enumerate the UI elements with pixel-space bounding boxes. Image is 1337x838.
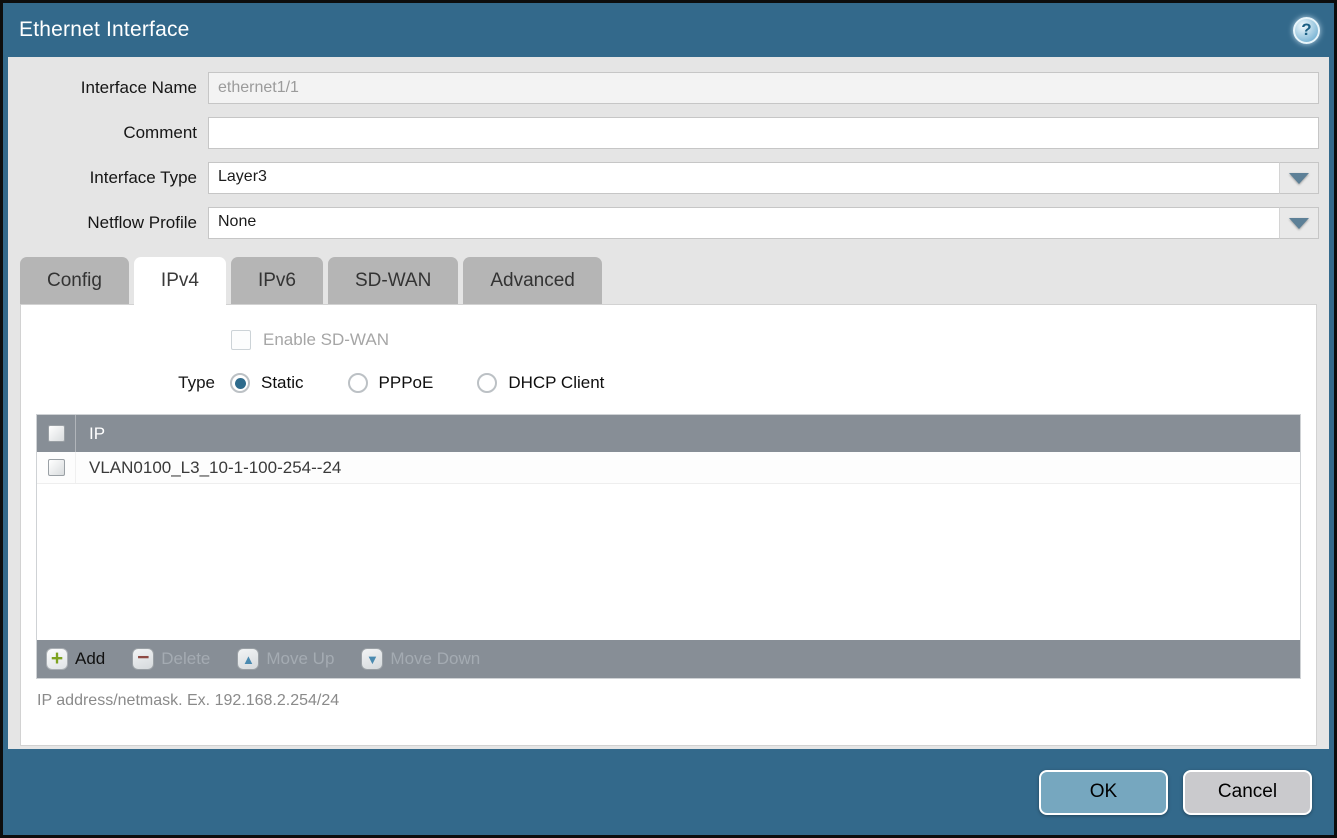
interface-type-dropdown[interactable]: Layer3	[208, 162, 1319, 194]
radio-pppoe[interactable]	[348, 373, 368, 393]
type-label: Type	[21, 373, 215, 393]
interface-type-dropdown-button[interactable]	[1279, 162, 1319, 194]
radio-static[interactable]	[230, 373, 250, 393]
help-icon[interactable]: ?	[1293, 17, 1320, 44]
netflow-profile-value[interactable]: None	[208, 207, 1319, 239]
radio-option-pppoe[interactable]: PPPoE	[348, 373, 434, 393]
interface-type-value[interactable]: Layer3	[208, 162, 1319, 194]
table-toolbar: + Add − Delete ▲ Move Up ▼ Move Down	[37, 640, 1300, 678]
move-down-button-label: Move Down	[390, 649, 480, 669]
ip-column-header: IP	[89, 424, 105, 444]
interface-name-label: Interface Name	[8, 78, 208, 98]
ok-button[interactable]: OK	[1039, 770, 1168, 815]
move-up-button-label: Move Up	[266, 649, 334, 669]
tab-advanced[interactable]: Advanced	[463, 257, 602, 304]
chevron-down-icon	[1289, 218, 1309, 229]
minus-icon: −	[132, 648, 154, 670]
move-down-button[interactable]: ▼ Move Down	[361, 648, 480, 670]
table-empty-area	[37, 484, 1300, 640]
comment-field[interactable]	[208, 117, 1319, 149]
enable-sdwan-row: Enable SD-WAN	[231, 330, 1316, 350]
chevron-down-icon	[1289, 173, 1309, 184]
netflow-profile-dropdown-button[interactable]	[1279, 207, 1319, 239]
delete-button[interactable]: − Delete	[132, 648, 210, 670]
question-mark-glyph: ?	[1301, 20, 1311, 40]
form-row-interface-name: Interface Name	[8, 72, 1319, 104]
dialog-footer: OK Cancel	[3, 749, 1334, 835]
arrow-down-icon: ▼	[361, 648, 383, 670]
plus-icon: +	[46, 648, 68, 670]
ip-table-header: IP	[37, 415, 1300, 452]
form-row-interface-type: Interface Type Layer3	[8, 162, 1319, 194]
form-row-comment: Comment	[8, 117, 1319, 149]
tab-ipv6[interactable]: IPv6	[231, 257, 323, 304]
type-row: Type Static PPPoE DHCP Client	[21, 373, 1316, 393]
dialog-title: Ethernet Interface	[19, 18, 190, 42]
comment-label: Comment	[8, 123, 208, 143]
arrow-up-icon: ▲	[237, 648, 259, 670]
radio-static-label: Static	[261, 373, 304, 393]
add-button[interactable]: + Add	[46, 648, 105, 670]
radio-option-static[interactable]: Static	[230, 373, 304, 393]
radio-option-dhcp-client[interactable]: DHCP Client	[477, 373, 604, 393]
title-bar: Ethernet Interface ?	[3, 3, 1334, 57]
netflow-profile-dropdown[interactable]: None	[208, 207, 1319, 239]
netflow-profile-label: Netflow Profile	[8, 213, 208, 233]
radio-selected-dot	[235, 378, 246, 389]
add-button-label: Add	[75, 649, 105, 669]
tab-sdwan[interactable]: SD-WAN	[328, 257, 458, 304]
form-row-netflow-profile: Netflow Profile None	[8, 207, 1319, 239]
ethernet-interface-dialog: Ethernet Interface ? Interface Name Comm…	[0, 0, 1337, 838]
ip-cell-value: VLAN0100_L3_10-1-100-254--24	[89, 458, 341, 478]
tab-config[interactable]: Config	[20, 257, 129, 304]
radio-pppoe-label: PPPoE	[379, 373, 434, 393]
enable-sdwan-checkbox[interactable]	[231, 330, 251, 350]
select-all-checkbox[interactable]	[48, 425, 65, 442]
interface-name-field	[208, 72, 1319, 104]
table-row[interactable]: VLAN0100_L3_10-1-100-254--24	[37, 452, 1300, 484]
row-checkbox[interactable]	[48, 459, 65, 476]
dialog-body: Interface Name Comment Interface Type La…	[8, 57, 1329, 749]
ipv4-tab-panel: Enable SD-WAN Type Static PPPoE DHCP Cli…	[20, 304, 1317, 746]
radio-dhcp-client[interactable]	[477, 373, 497, 393]
tab-bar: Config IPv4 IPv6 SD-WAN Advanced	[20, 257, 1329, 304]
cancel-button[interactable]: Cancel	[1183, 770, 1312, 815]
interface-type-label: Interface Type	[8, 168, 208, 188]
ip-format-hint: IP address/netmask. Ex. 192.168.2.254/24	[37, 692, 1316, 710]
tab-ipv4[interactable]: IPv4	[134, 257, 226, 305]
ip-table: IP VLAN0100_L3_10-1-100-254--24 + Add	[36, 414, 1301, 679]
radio-dhcp-client-label: DHCP Client	[508, 373, 604, 393]
move-up-button[interactable]: ▲ Move Up	[237, 648, 334, 670]
enable-sdwan-label: Enable SD-WAN	[263, 330, 389, 350]
delete-button-label: Delete	[161, 649, 210, 669]
